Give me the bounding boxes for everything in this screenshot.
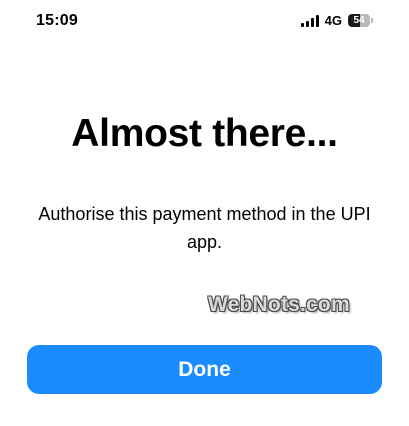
page-title: Almost there... — [71, 112, 338, 155]
status-indicators: 4G 54 — [300, 13, 373, 28]
battery-icon: 54 — [348, 14, 373, 27]
cellular-signal-icon — [300, 14, 319, 27]
status-bar: 15:09 4G 54 — [0, 0, 409, 44]
status-time: 15:09 — [36, 12, 78, 29]
done-button[interactable]: Done — [27, 345, 382, 394]
payment-authorisation-screen: 15:09 4G 54 Almost there... Authorise th… — [0, 0, 409, 426]
instruction-message: Authorise this payment method in the UPI… — [38, 204, 371, 252]
battery-level-text: 54 — [353, 15, 365, 26]
watermark-logo: WebNots.com — [208, 293, 350, 316]
network-type-label: 4G — [324, 13, 342, 28]
